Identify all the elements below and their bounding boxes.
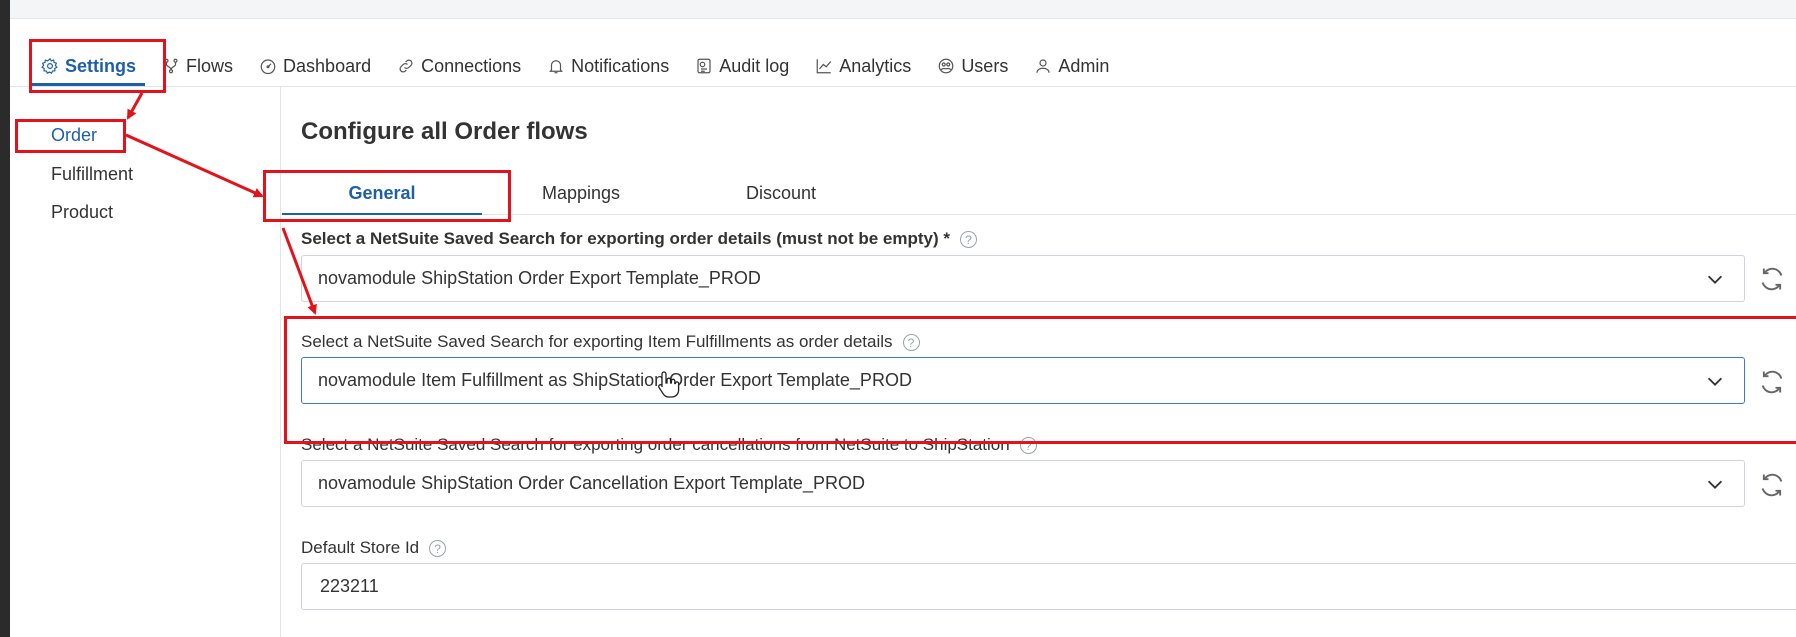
nav-admin-label: Admin — [1058, 55, 1110, 76]
refresh-icon[interactable] — [1758, 265, 1786, 293]
nav-audit-log[interactable]: Audit log — [682, 46, 802, 86]
nav-analytics-label: Analytics — [839, 55, 912, 76]
sidebar-item-order[interactable]: Order — [51, 125, 97, 146]
fulfillment-search-value: novamodule Item Fulfillment as ShipStati… — [318, 370, 912, 390]
order-search-value: novamodule ShipStation Order Export Temp… — [318, 268, 761, 288]
gear-icon — [41, 58, 58, 75]
nav-settings-label: Settings — [65, 55, 137, 76]
nav-flows-label: Flows — [186, 55, 234, 76]
nav-connections-label: Connections — [421, 55, 522, 76]
dashboard-icon — [260, 59, 276, 75]
audit-log-icon — [697, 58, 711, 74]
main-nav: Settings Flows Dashboard Connections Not… — [28, 46, 1122, 86]
refresh-icon[interactable] — [1758, 471, 1786, 499]
sidebar: Order Fulfillment Product — [10, 87, 281, 637]
nav-connections[interactable]: Connections — [384, 46, 534, 86]
bell-icon — [549, 60, 563, 74]
order-search-label: Select a NetSuite Saved Search for expor… — [301, 229, 977, 249]
tab-mappings[interactable]: Mappings — [481, 172, 681, 214]
help-icon[interactable]: ? — [1019, 436, 1037, 454]
nav-users[interactable]: Users — [924, 46, 1021, 86]
chevron-down-icon — [1707, 275, 1723, 284]
nav-users-label: Users — [961, 55, 1009, 76]
sidebar-item-fulfillment[interactable]: Fulfillment — [51, 164, 133, 185]
top-bar — [10, 0, 1796, 19]
nav-dashboard[interactable]: Dashboard — [246, 46, 384, 86]
nav-settings[interactable]: Settings — [28, 46, 149, 86]
help-icon[interactable]: ? — [960, 230, 977, 248]
fulfillment-search-select[interactable]: novamodule Item Fulfillment as ShipStati… — [301, 357, 1745, 404]
flow-icon — [164, 58, 178, 74]
page-title: Configure all Order flows — [301, 118, 588, 145]
tab-discount[interactable]: Discount — [681, 172, 881, 214]
refresh-icon[interactable] — [1758, 368, 1786, 396]
help-icon[interactable]: ? — [429, 539, 447, 557]
help-icon[interactable]: ? — [902, 333, 920, 351]
nav-admin[interactable]: Admin — [1021, 46, 1122, 86]
order-search-select[interactable]: novamodule ShipStation Order Export Temp… — [301, 255, 1745, 302]
chevron-down-icon — [1707, 480, 1723, 489]
order-search-label-text: Select a NetSuite Saved Search for expor… — [301, 229, 950, 248]
cancellation-search-label: Select a NetSuite Saved Search for expor… — [301, 435, 1037, 455]
cancellation-search-label-text: Select a NetSuite Saved Search for expor… — [301, 435, 1010, 454]
cancellation-search-value: novamodule ShipStation Order Cancellatio… — [318, 473, 865, 493]
cancellation-search-select[interactable]: novamodule ShipStation Order Cancellatio… — [301, 460, 1745, 507]
link-icon — [399, 59, 413, 73]
chevron-down-icon — [1707, 377, 1723, 386]
nav-notifications[interactable]: Notifications — [534, 46, 682, 86]
chart-icon — [816, 59, 832, 74]
window-edge — [0, 0, 10, 637]
users-icon — [938, 58, 954, 74]
nav-analytics[interactable]: Analytics — [802, 46, 924, 86]
fulfillment-search-label: Select a NetSuite Saved Search for expor… — [301, 332, 920, 352]
default-store-label-text: Default Store Id — [301, 538, 420, 557]
default-store-value: 223211 — [320, 576, 379, 596]
default-store-input[interactable]: 223211 — [301, 563, 1796, 610]
fulfillment-search-label-text: Select a NetSuite Saved Search for expor… — [301, 332, 893, 351]
nav-audit-log-label: Audit log — [719, 55, 790, 76]
user-icon — [1036, 59, 1050, 73]
tab-bar: General Mappings Discount — [280, 172, 1796, 215]
sidebar-item-product[interactable]: Product — [51, 202, 113, 223]
default-store-label: Default Store Id ? — [301, 538, 447, 558]
nav-flows[interactable]: Flows — [149, 46, 246, 86]
nav-dashboard-label: Dashboard — [283, 55, 372, 76]
tab-general[interactable]: General — [282, 172, 482, 215]
nav-notifications-label: Notifications — [571, 55, 670, 76]
